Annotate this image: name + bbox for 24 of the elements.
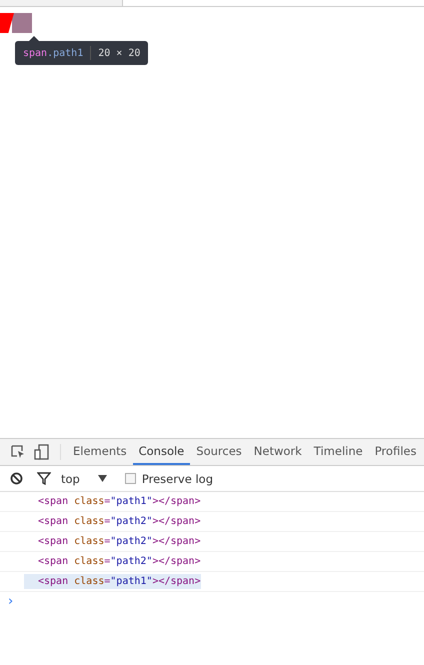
device-icon[interactable]: [34, 444, 50, 460]
devtools-tab[interactable]: Console: [132, 439, 190, 465]
highlighted-element: [12, 13, 32, 33]
tooltip-class: .path1: [47, 48, 84, 58]
dropdown-icon[interactable]: [98, 475, 107, 482]
inspect-icon[interactable]: [10, 444, 26, 460]
tooltip-size: 20 × 20: [98, 48, 140, 58]
console-line: <span class="path2"></span>: [37, 535, 201, 549]
context-select[interactable]: top: [61, 472, 80, 486]
devtools-tab[interactable]: Profiles: [368, 439, 422, 465]
slanted-shape: [0, 13, 14, 33]
filter-icon[interactable]: [37, 472, 51, 485]
console-line: <span class="path2"></span>: [37, 515, 201, 529]
devtools-tab[interactable]: Sources: [190, 439, 248, 465]
console-prompt[interactable]: ›: [0, 592, 424, 611]
devtools-tab[interactable]: Network: [248, 439, 308, 465]
preserve-log-checkbox[interactable]: [124, 473, 136, 484]
console-line: <span class="path2"></span>: [37, 555, 201, 569]
devtools-tab[interactable]: Timeline: [308, 439, 369, 465]
clear-icon[interactable]: [10, 472, 23, 485]
tooltip-tag: span: [23, 48, 48, 58]
console-line: <span class="path1"></span>: [37, 495, 201, 509]
preserve-log-label: Preserve log: [142, 472, 214, 486]
devtools-tab[interactable]: Elements: [67, 439, 133, 465]
